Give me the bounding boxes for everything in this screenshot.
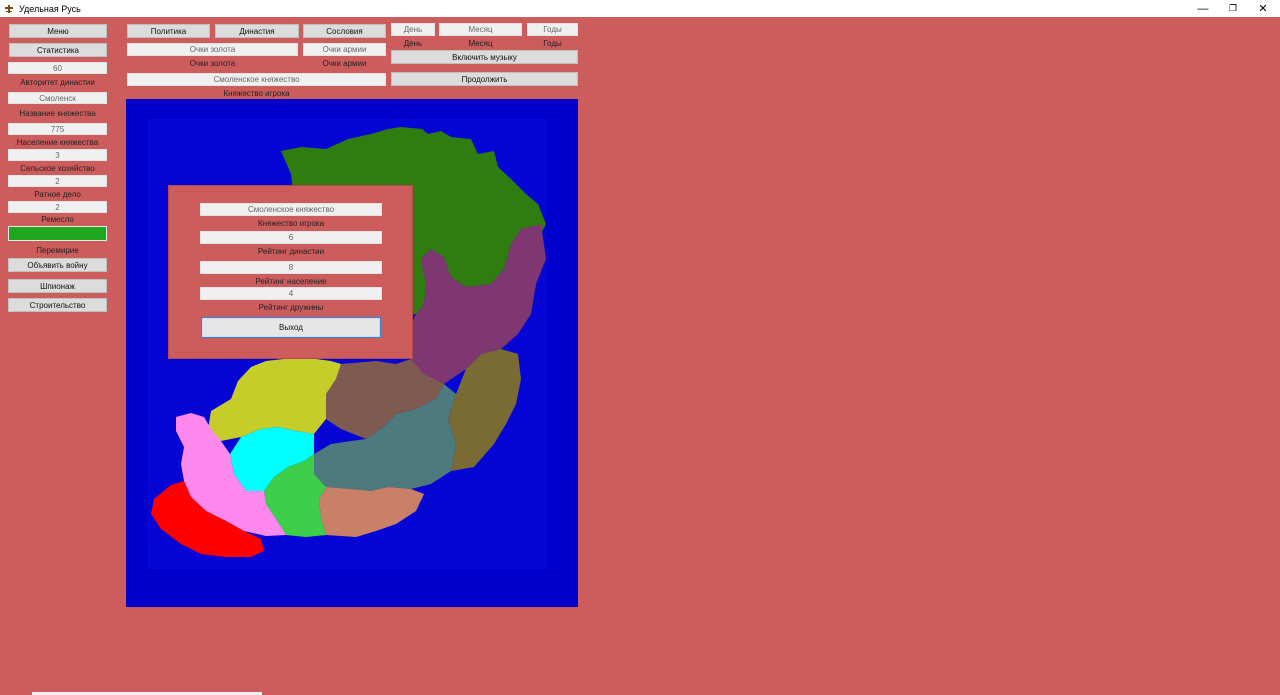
dynasty-button[interactable]: Династия xyxy=(215,24,299,38)
dynasty-rating-label: Рейтинг династии xyxy=(257,247,325,256)
stats-button[interactable]: Статистика xyxy=(9,43,107,57)
agriculture-label: Сельское хозяйство xyxy=(20,164,95,173)
politics-button[interactable]: Политика xyxy=(127,24,210,38)
continue-button[interactable]: Продолжить xyxy=(391,72,578,86)
music-button[interactable]: Включить музыку xyxy=(391,50,578,64)
authority-field[interactable]: 60 xyxy=(8,62,107,74)
espionage-button[interactable]: Шпионаж xyxy=(8,279,107,293)
population-field[interactable]: 775 xyxy=(8,123,107,135)
gold-label: Очки золота xyxy=(189,59,236,68)
declare-war-button[interactable]: Объявить войну xyxy=(8,258,107,272)
squad-rating-field[interactable]: 4 xyxy=(200,287,382,300)
truce-indicator xyxy=(8,226,107,241)
craft-label: Ремесло xyxy=(41,215,74,224)
day-label: День xyxy=(403,39,423,48)
maximize-icon[interactable]: ❐ xyxy=(1218,0,1248,17)
principality-name-label: Название княжества xyxy=(19,109,96,118)
close-icon[interactable]: ✕ xyxy=(1248,0,1278,17)
years-field[interactable]: Годы xyxy=(527,23,578,36)
month-field[interactable]: Месяц xyxy=(439,23,522,36)
army-field[interactable]: Очки армии xyxy=(303,43,386,56)
dialog-principality-label: Княжество игрока xyxy=(257,219,325,228)
construction-button[interactable]: Строительство xyxy=(8,298,107,312)
years-label: Годы xyxy=(543,39,562,48)
principality-name-field[interactable]: Смоленск xyxy=(8,92,107,104)
day-field[interactable]: День xyxy=(391,23,435,36)
craft-field[interactable]: 2 xyxy=(8,201,107,213)
estates-button[interactable]: Сословия xyxy=(303,24,386,38)
gold-field[interactable]: Очки золота xyxy=(127,43,298,56)
month-label: Месяц xyxy=(468,39,493,48)
truce-label: Перемирие xyxy=(36,246,79,255)
player-principality-label: Княжество игрока xyxy=(223,89,290,98)
agriculture-field[interactable]: 3 xyxy=(8,149,107,161)
app-icon xyxy=(5,4,13,13)
dynasty-rating-field[interactable]: 6 xyxy=(200,231,382,244)
military-label: Ратное дело xyxy=(34,190,81,199)
player-principality-field[interactable]: Смоленское княжество xyxy=(127,73,386,86)
window-title: Удельная Русь xyxy=(19,3,81,14)
authority-label: Авторитет династии xyxy=(20,78,95,87)
population-rating-field[interactable]: 8 xyxy=(200,261,382,274)
army-label: Очки армии xyxy=(322,59,367,68)
exit-button[interactable]: Выход xyxy=(201,317,381,338)
dialog-principality-field[interactable]: Смоленское княжество xyxy=(200,203,382,216)
military-field[interactable]: 2 xyxy=(8,175,107,187)
title-bar: Удельная Русь xyxy=(0,0,1280,17)
stats-dialog: Смоленское княжество Княжество игрока 6 … xyxy=(168,185,413,359)
minimize-icon[interactable]: — xyxy=(1188,0,1218,17)
menu-button[interactable]: Меню xyxy=(9,24,107,38)
squad-rating-label: Рейтинг дружины xyxy=(258,303,324,312)
population-rating-label: Рейтинг население xyxy=(255,277,327,286)
population-label: Население княжества xyxy=(16,138,99,147)
